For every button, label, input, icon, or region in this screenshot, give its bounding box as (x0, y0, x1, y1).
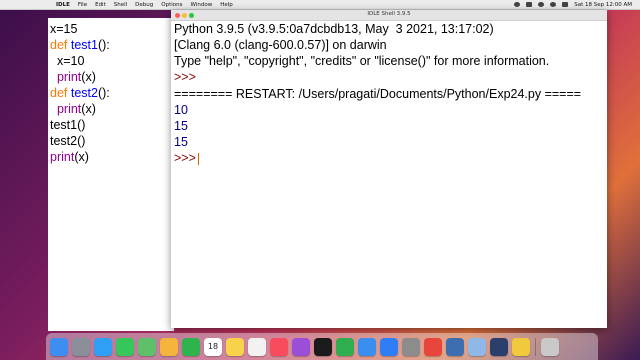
python-icon[interactable] (446, 337, 464, 356)
shell-window[interactable]: IDLE Shell 3.9.5 Python 3.9.5 (v3.9.5:0a… (171, 10, 607, 328)
chrome-icon[interactable] (424, 337, 442, 356)
menu-bar: IDLE File Edit Shell Debug Options Windo… (0, 0, 640, 10)
facetime-icon[interactable] (182, 337, 200, 356)
maps-icon[interactable] (138, 337, 156, 356)
messages-icon[interactable] (116, 337, 134, 356)
appstore-icon[interactable] (380, 337, 398, 356)
podcasts-icon[interactable] (292, 337, 310, 356)
menu-clock[interactable]: Sat 18 Sep 12:00 AM (574, 2, 632, 8)
spotlight-search-icon[interactable] (550, 2, 557, 7)
preview-icon[interactable] (468, 337, 486, 356)
code-token: (x) (81, 102, 96, 116)
menu-help[interactable]: Help (220, 2, 233, 8)
code-token: (x) (81, 70, 96, 84)
menu-file[interactable]: File (78, 2, 87, 8)
record-icon[interactable] (514, 2, 521, 7)
shell-prompt: >>> (174, 151, 196, 165)
code-token: test2 (70, 86, 98, 100)
editor-window[interactable]: x=15 def test1(): x=10 print(x) def test2(… (48, 18, 174, 331)
menu-shell[interactable]: Shell (114, 2, 127, 8)
status-area: Sat 18 Sep 12:00 AM (514, 0, 632, 9)
photos-icon[interactable] (160, 337, 178, 356)
shell-output-line: 15 (174, 135, 188, 149)
code-token: print (56, 70, 82, 84)
shell-output-line: 15 (174, 119, 188, 133)
code-line: print(x) (50, 70, 96, 84)
shell-title-bar[interactable]: IDLE Shell 3.9.5 (171, 10, 607, 21)
finder-icon[interactable] (50, 337, 68, 356)
shell-banner-help: Type "help", "copyright", "credits" or "… (174, 54, 550, 68)
code-token: print (50, 150, 75, 164)
dock-separator (535, 337, 536, 356)
code-line: def test2(): (50, 86, 110, 100)
safari-icon[interactable] (94, 337, 112, 356)
trash-icon[interactable] (541, 337, 559, 356)
code-token: test1() (50, 118, 86, 132)
quicktime-icon[interactable] (490, 337, 508, 356)
code-line: print(x) (50, 150, 89, 164)
code-token: def (50, 86, 71, 100)
code-line: x=10 (50, 54, 84, 68)
code-token: (x) (74, 150, 89, 164)
code-token: (): (97, 86, 110, 100)
code-token: test2() (50, 134, 86, 148)
dock: 18 (46, 333, 598, 360)
code-line: test1() (50, 118, 85, 132)
idle-icon[interactable] (512, 337, 530, 356)
launchpad-icon[interactable] (72, 337, 90, 356)
menu-window[interactable]: Window (191, 2, 213, 8)
shell-prompt: >>> (174, 70, 196, 84)
shell-restart-line: ======== RESTART: /Users/pragati/Documen… (174, 87, 582, 101)
code-token: x=15 (50, 22, 78, 36)
control-center-icon[interactable] (562, 2, 569, 7)
menu-options[interactable]: Options (161, 2, 182, 8)
wifi-icon[interactable] (538, 2, 545, 7)
shell-title: IDLE Shell 3.9.5 (367, 11, 411, 17)
shell-output-line: 10 (174, 103, 188, 117)
shell-banner-compiler: [Clang 6.0 (clang-600.0.57)] on darwin (174, 38, 387, 52)
code-line: print(x) (50, 102, 96, 116)
shell-input-line[interactable]: >>> (174, 151, 199, 165)
code-line: def test1(): (50, 38, 110, 52)
music-icon[interactable] (270, 337, 288, 356)
code-token: x=10 (50, 54, 85, 68)
battery-icon[interactable] (526, 2, 533, 7)
settings-icon[interactable] (402, 337, 420, 356)
code-token: def (50, 38, 71, 52)
code-token: test1 (70, 38, 98, 52)
notes-icon[interactable] (226, 337, 244, 356)
keynote-icon[interactable] (358, 337, 376, 356)
menu-app-name[interactable]: IDLE (56, 2, 70, 8)
shell-banner-version: Python 3.9.5 (v3.9.5:0a7dcbdb13, May 3 2… (174, 22, 494, 36)
code-line: x=15 (50, 22, 77, 36)
text-cursor (197, 152, 199, 165)
code-line: test2() (50, 134, 85, 148)
menu-debug[interactable]: Debug (135, 2, 153, 8)
tv-icon[interactable] (314, 337, 332, 356)
menu-edit[interactable]: Edit (95, 2, 106, 8)
code-token: (): (97, 38, 110, 52)
code-token: print (56, 102, 82, 116)
calendar-icon[interactable]: 18 (204, 337, 222, 356)
reminders-icon[interactable] (248, 337, 266, 356)
numbers-icon[interactable] (336, 337, 354, 356)
